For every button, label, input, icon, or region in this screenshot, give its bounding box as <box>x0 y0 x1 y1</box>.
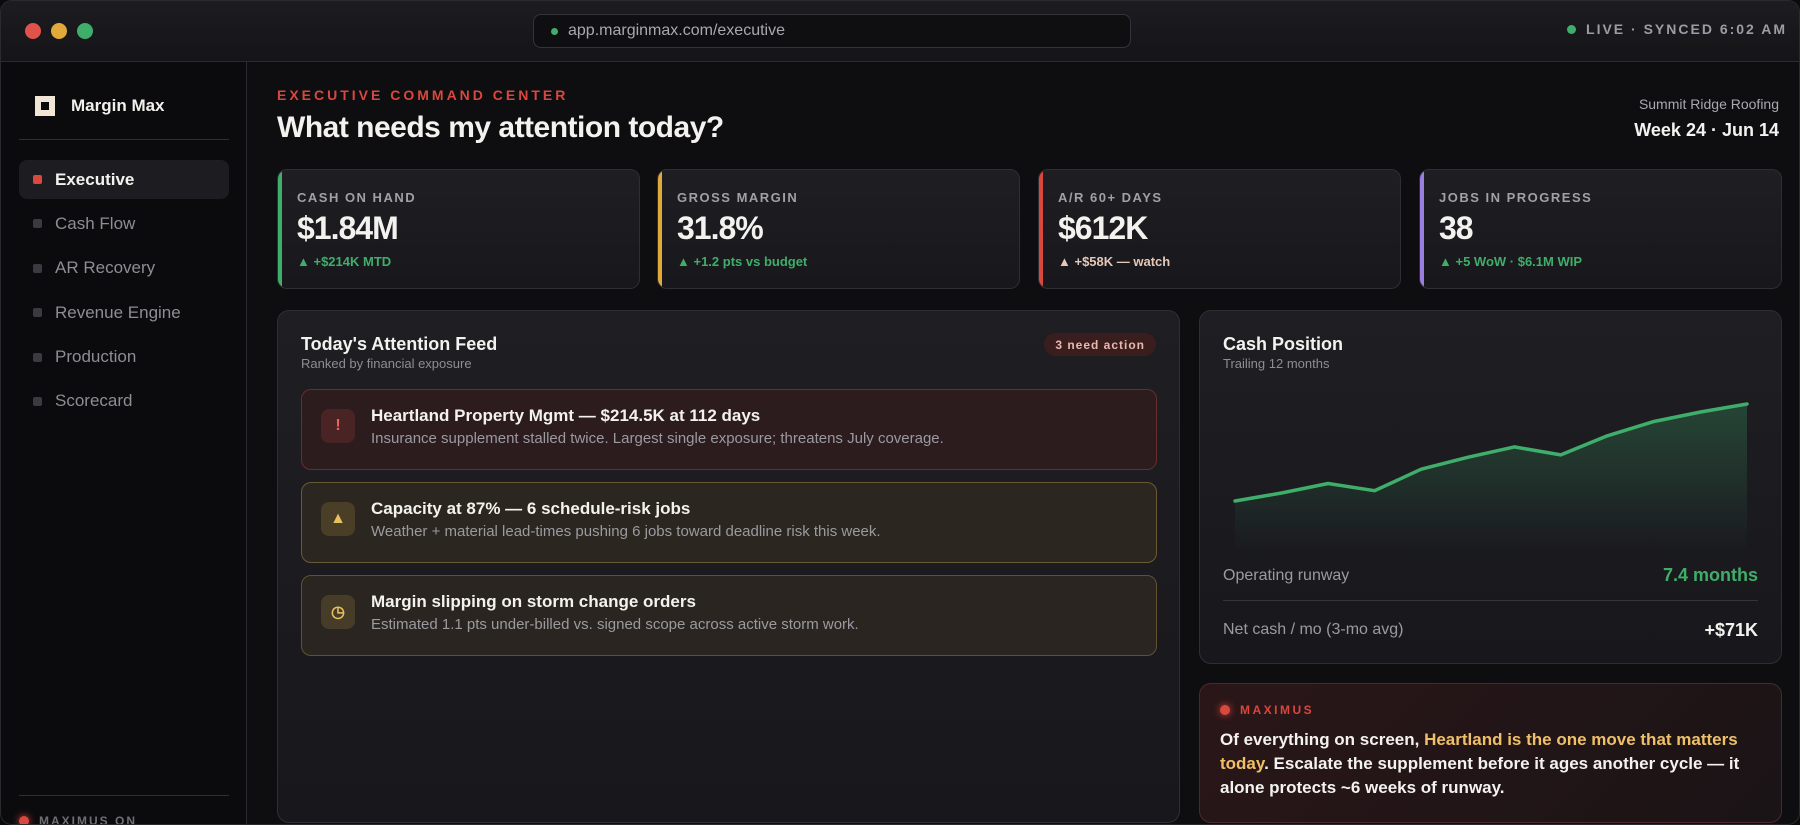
sidebar-nav: Executive Cash Flow AR Recovery Revenue … <box>19 160 229 426</box>
kpi-delta: ▲ +5 WoW · $6.1M WIP <box>1439 254 1583 269</box>
attention-item-title: Heartland Property Mgmt — $214.5K at 112… <box>371 406 761 425</box>
sidebar-item-label: Executive <box>55 169 135 189</box>
kpi-value: 31.8% <box>677 210 764 246</box>
maximize-window-button[interactable] <box>77 23 93 39</box>
cash-position-panel: Cash Position Trailing 12 months Operati… <box>1199 310 1782 664</box>
net-cash-row: Net cash / mo (3-mo avg) +$71K <box>1223 606 1758 654</box>
sync-status-text: LIVE · SYNCED 6:02 AM <box>1586 21 1787 37</box>
sidebar-item-label: Revenue Engine <box>55 302 181 322</box>
page-eyebrow: EXECUTIVE COMMAND CENTER <box>277 87 569 103</box>
nav-marker-icon <box>33 396 42 406</box>
maximus-dot-icon <box>1220 705 1230 715</box>
kpi-card-gross-margin[interactable]: GROSS MARGIN 31.8% ▲ +1.2 pts vs budget <box>657 169 1020 289</box>
kpi-label: JOBS IN PROGRESS <box>1439 190 1593 205</box>
kpi-value: $612K <box>1058 210 1148 246</box>
maximus-status[interactable]: MAXIMUS ON <box>19 814 137 825</box>
attention-item[interactable]: ! Heartland Property Mgmt — $214.5K at 1… <box>301 389 1157 470</box>
cash-position-chart <box>1233 402 1749 551</box>
close-window-button[interactable] <box>25 23 41 39</box>
kpi-value: 38 <box>1439 210 1474 246</box>
kpi-delta: ▲ +$58K — watch <box>1058 254 1171 269</box>
live-dot-icon <box>1567 24 1577 34</box>
nav-marker-icon <box>33 308 42 318</box>
live-sync-status: LIVE · SYNCED 6:02 AM <box>1567 21 1787 37</box>
brand-name: Margin Max <box>71 96 165 115</box>
need-action-badge: 3 need action <box>1044 333 1156 356</box>
active-marker-icon <box>33 175 42 184</box>
kpi-label: A/R 60+ DAYS <box>1058 190 1163 205</box>
maximus-status-text: MAXIMUS ON <box>39 814 137 825</box>
app-window: app.marginmax.com/executive LIVE · SYNCE… <box>0 0 1800 825</box>
clock-icon: ◷ <box>321 595 355 629</box>
attention-item-desc: Estimated 1.1 pts under-billed vs. signe… <box>371 616 859 633</box>
sidebar-item-ar-recovery[interactable]: AR Recovery <box>19 249 229 288</box>
sidebar-item-revenue-engine[interactable]: Revenue Engine <box>19 293 229 332</box>
maximus-msg-end: . Escalate the supplement before it ages… <box>1220 754 1740 797</box>
net-cash-label: Net cash / mo (3-mo avg) <box>1223 621 1404 638</box>
attention-feed-panel: Today's Attention Feed Ranked by financi… <box>277 310 1180 823</box>
sidebar-item-label: Production <box>55 347 137 367</box>
address-bar[interactable]: app.marginmax.com/executive <box>533 14 1131 48</box>
kpi-label: CASH ON HAND <box>297 190 417 205</box>
attention-item-desc: Weather + material lead-times pushing 6 … <box>371 523 881 540</box>
nav-marker-icon <box>33 352 42 362</box>
net-cash-value: +$71K <box>1704 619 1758 640</box>
sidebar-item-cash-flow[interactable]: Cash Flow <box>19 204 229 243</box>
sidebar-footer-divider <box>19 795 229 796</box>
kpi-accent-bar <box>1039 170 1043 288</box>
kpi-label: GROSS MARGIN <box>677 190 799 205</box>
sidebar-item-label: Scorecard <box>55 391 133 411</box>
secure-dot-icon <box>551 27 558 35</box>
sidebar-item-label: Cash Flow <box>55 213 136 233</box>
runway-row: Operating runway 7.4 months <box>1223 565 1758 586</box>
cash-title: Cash Position <box>1223 334 1344 354</box>
cash-subtitle: Trailing 12 months <box>1223 356 1330 371</box>
chart-area-fill <box>1235 404 1747 551</box>
sidebar-item-scorecard[interactable]: Scorecard <box>19 382 229 421</box>
sidebar-divider <box>19 139 229 140</box>
kpi-delta: ▲ +1.2 pts vs budget <box>677 254 808 269</box>
maximus-label: MAXIMUS <box>1240 703 1315 717</box>
attention-item-desc: Insurance supplement stalled twice. Larg… <box>371 430 944 447</box>
maximus-message: Of everything on screen, Heartland is th… <box>1220 728 1765 800</box>
brand[interactable]: Margin Max <box>35 96 165 116</box>
kpi-accent-bar <box>278 170 282 288</box>
kpi-value: $1.84M <box>297 210 399 246</box>
nav-marker-icon <box>33 219 42 229</box>
maximus-msg-start: Of everything on screen, <box>1220 730 1425 749</box>
address-url: app.marginmax.com/executive <box>568 22 785 39</box>
alert-icon: ! <box>321 409 355 443</box>
maximus-header: MAXIMUS <box>1220 703 1314 717</box>
sidebar-item-executive[interactable]: Executive <box>19 160 229 199</box>
margin-max-logo-icon <box>35 96 55 116</box>
kpi-accent-bar <box>1420 170 1424 288</box>
sidebar: Margin Max Executive Cash Flow AR Recove… <box>1 62 247 825</box>
maximus-dot-icon <box>19 816 29 824</box>
company-name: Summit Ridge Roofing <box>1638 96 1779 112</box>
kpi-accent-bar <box>658 170 662 288</box>
attention-item-title: Margin slipping on storm change orders <box>371 592 696 611</box>
kpi-delta: ▲ +$214K MTD <box>297 254 392 269</box>
runway-value: 7.4 months <box>1662 565 1758 585</box>
runway-label: Operating runway <box>1223 566 1350 584</box>
feed-subtitle: Ranked by financial exposure <box>301 356 472 371</box>
nav-marker-icon <box>33 263 42 273</box>
sidebar-item-production[interactable]: Production <box>19 338 229 377</box>
warning-icon: ▲ <box>321 502 355 536</box>
period-label: Week 24 · Jun 14 <box>1634 120 1779 140</box>
minimize-window-button[interactable] <box>51 23 67 39</box>
kpi-card-jobs-in-progress[interactable]: JOBS IN PROGRESS 38 ▲ +5 WoW · $6.1M WIP <box>1419 169 1782 289</box>
metric-divider <box>1223 600 1758 601</box>
maximus-insight-panel: MAXIMUS Of everything on screen, Heartla… <box>1199 683 1782 823</box>
page-title: What needs my attention today? <box>277 111 724 144</box>
kpi-card-ar-60-days[interactable]: A/R 60+ DAYS $612K ▲ +$58K — watch <box>1038 169 1401 289</box>
browser-titlebar: app.marginmax.com/executive LIVE · SYNCE… <box>1 1 1799 62</box>
sidebar-item-label: AR Recovery <box>55 258 156 278</box>
attention-item[interactable]: ◷ Margin slipping on storm change orders… <box>301 575 1157 656</box>
attention-item-title: Capacity at 87% — 6 schedule-risk jobs <box>371 499 691 518</box>
attention-item[interactable]: ▲ Capacity at 87% — 6 schedule-risk jobs… <box>301 482 1157 563</box>
kpi-card-cash-on-hand[interactable]: CASH ON HAND $1.84M ▲ +$214K MTD <box>277 169 640 289</box>
feed-title: Today's Attention Feed <box>301 334 498 354</box>
